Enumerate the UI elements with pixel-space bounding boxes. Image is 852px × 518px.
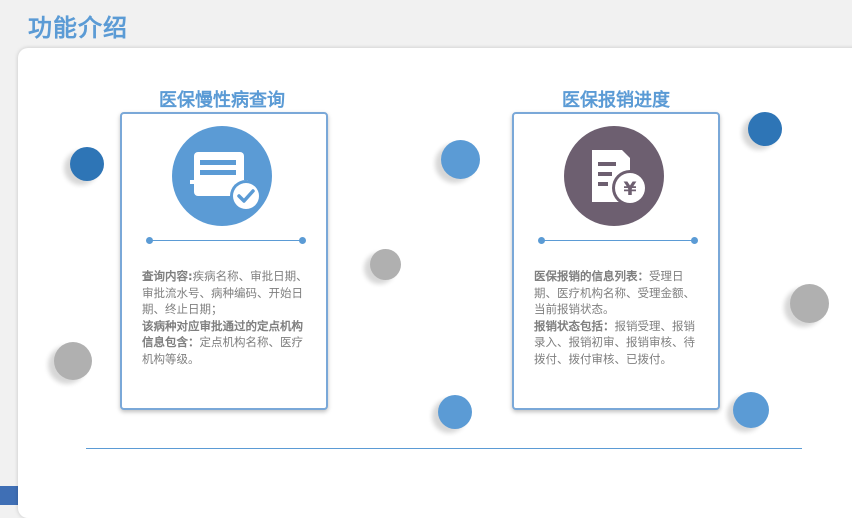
card-reimbursement-progress[interactable]: ¥ 医保报销的信息列表：受理日期、医疗机构名称、受理金额、当前报销状态。 报销状… — [512, 112, 720, 410]
card-text-bold: 报销状态包括： — [534, 318, 615, 333]
decorative-dot — [370, 249, 401, 280]
svg-text:¥: ¥ — [623, 178, 636, 200]
decorative-dot — [733, 392, 769, 428]
page-title: 功能介绍 — [28, 14, 128, 42]
decorative-dot — [441, 140, 480, 179]
bottom-divider — [86, 448, 802, 449]
card-description: 医保报销的信息列表：受理日期、医疗机构名称、受理金额、当前报销状态。 报销状态包… — [534, 268, 706, 367]
decorative-dot — [70, 147, 104, 181]
document-check-icon — [172, 126, 272, 226]
card-title-reimbursement: 医保报销进度 — [562, 90, 670, 111]
card-description: 查询内容:疾病名称、审批日期、审批流水号、病种编码、开始日期、终止日期； 该病种… — [142, 268, 314, 367]
yen-receipt-icon: ¥ — [564, 126, 664, 226]
left-edge-strip — [0, 486, 20, 505]
decorative-dot — [790, 284, 829, 323]
divider-dot — [146, 237, 153, 244]
card-text-bold: 查询内容: — [142, 269, 193, 283]
card-chronic-disease-query[interactable]: 查询内容:疾病名称、审批日期、审批流水号、病种编码、开始日期、终止日期； 该病种… — [120, 112, 328, 410]
card-divider — [148, 240, 302, 241]
divider-dot — [691, 237, 698, 244]
divider-dot — [299, 237, 306, 244]
card-divider — [540, 240, 694, 241]
decorative-dot — [438, 395, 472, 429]
decorative-dot — [748, 112, 782, 146]
card-text-bold: 医保报销的信息列表： — [534, 269, 649, 283]
divider-dot — [538, 237, 545, 244]
card-title-chronic-disease: 医保慢性病查询 — [159, 90, 285, 111]
decorative-dot — [54, 342, 92, 380]
